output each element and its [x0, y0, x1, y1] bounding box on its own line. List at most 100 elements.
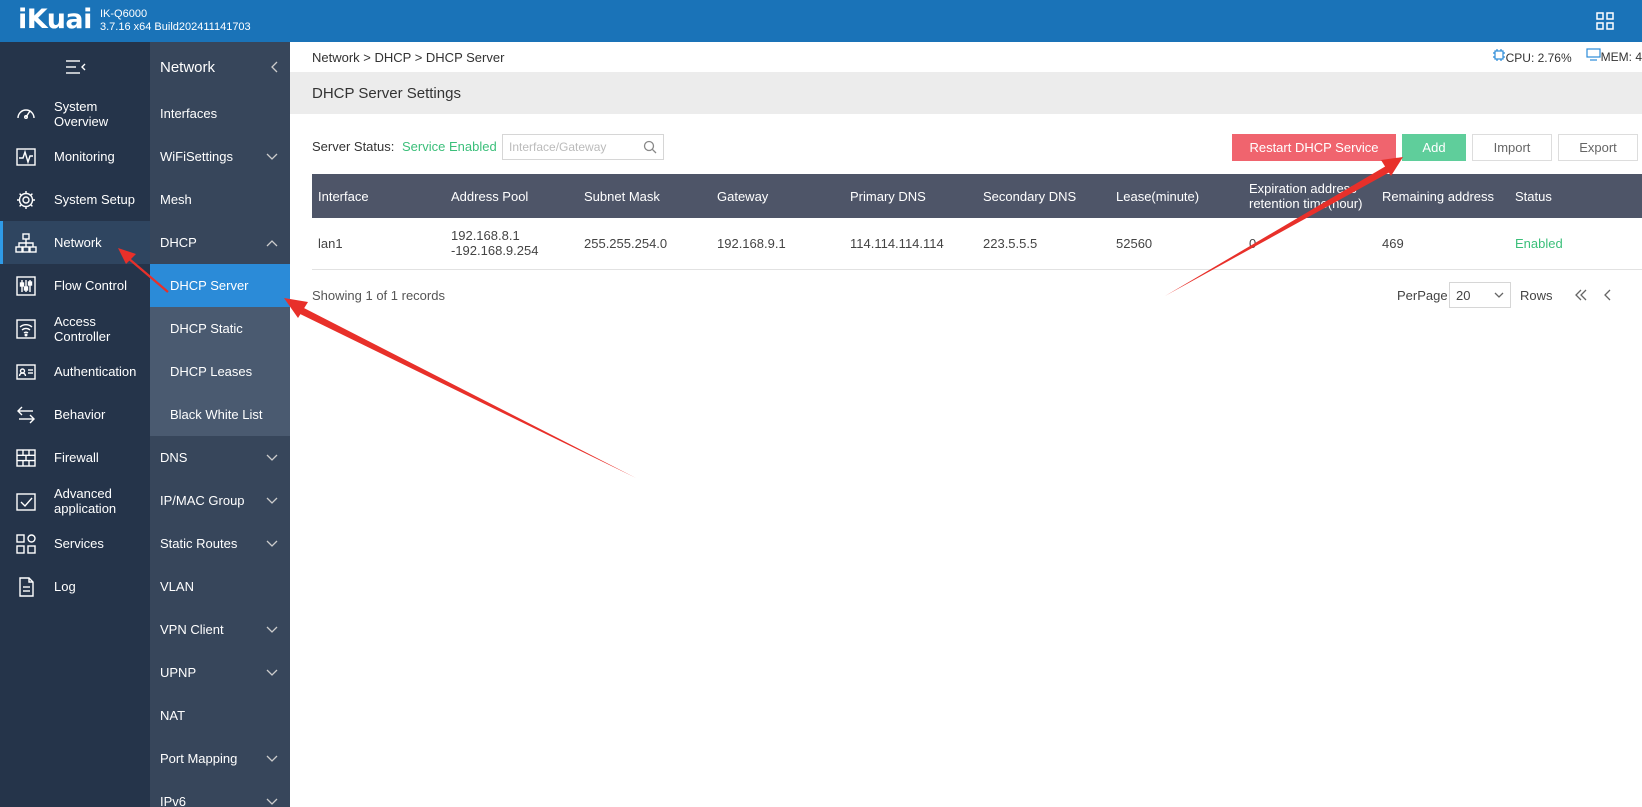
nav-advanced-application[interactable]: Advanced application	[0, 479, 150, 522]
subnav-wifi-settings[interactable]: WiFiSettings	[150, 135, 290, 178]
nav-system-overview[interactable]: System Overview	[0, 92, 150, 135]
sliders-icon	[16, 275, 36, 296]
col-status[interactable]: Status	[1509, 174, 1642, 218]
subnav-vpn-client[interactable]: VPN Client	[150, 608, 290, 651]
nav-log[interactable]: Log	[0, 565, 150, 608]
col-subnet-mask[interactable]: Subnet Mask	[578, 174, 711, 218]
col-remaining-address[interactable]: Remaining address	[1376, 174, 1509, 218]
cpu-usage: CPU: 2.76%	[1505, 51, 1572, 65]
col-primary-dns[interactable]: Primary DNS	[844, 174, 977, 218]
table-row[interactable]: lan1 192.168.8.1 -192.168.9.254 255.255.…	[312, 218, 1642, 270]
check-box-icon	[16, 492, 36, 511]
perpage-select[interactable]: 20	[1449, 282, 1511, 308]
firmware-build: 3.7.16 x64 Build202411141703	[100, 21, 251, 33]
page-title: DHCP Server Settings	[312, 84, 461, 102]
nav-firewall[interactable]: Firewall	[0, 436, 150, 479]
subnav-black-white-list[interactable]: Black White List	[150, 393, 290, 436]
subnav-label: DHCP Leases	[170, 364, 253, 379]
logo: iKuai	[18, 4, 92, 35]
dhcp-server-table: Interface Address Pool Subnet Mask Gatew…	[312, 174, 1642, 270]
cell-lease: 52560	[1110, 218, 1243, 270]
subnav-label: DHCP	[160, 235, 197, 250]
subnav-label: UPNP	[160, 665, 197, 680]
page-title-bar: DHCP Server Settings	[290, 72, 1642, 114]
subnav-label: NAT	[160, 708, 186, 723]
sidebar-toggle[interactable]	[0, 42, 150, 92]
nav-access-controller[interactable]: Access Controller	[0, 307, 150, 350]
cell-status[interactable]: Enabled	[1509, 218, 1642, 270]
col-retention-time[interactable]: Expiration address retention time(hour)	[1243, 174, 1376, 218]
speedometer-icon	[17, 108, 35, 119]
nav-monitoring[interactable]: Monitoring	[0, 135, 150, 178]
subnav-label: WiFiSettings	[160, 149, 233, 164]
cell-subnet-mask: 255.255.254.0	[578, 218, 711, 270]
nav-label: Advanced application	[54, 485, 117, 516]
subnav-upnp[interactable]: UPNP	[150, 651, 290, 694]
col-secondary-dns[interactable]: Secondary DNS	[977, 174, 1110, 218]
network-icon	[15, 232, 37, 253]
records-count: Showing 1 of 1 records	[312, 288, 445, 303]
nav-behavior[interactable]: Behavior	[0, 393, 150, 436]
col-gateway[interactable]: Gateway	[711, 174, 844, 218]
subnav-dns[interactable]: DNS	[150, 436, 290, 479]
import-button[interactable]: Import	[1472, 134, 1552, 161]
subnav-ip-mac-group[interactable]: IP/MAC Group	[150, 479, 290, 522]
nav-flow-control[interactable]: Flow Control	[0, 264, 150, 307]
brick-wall-icon	[16, 448, 36, 467]
nav-authentication[interactable]: Authentication	[0, 350, 150, 393]
cell-interface: lan1	[312, 218, 445, 270]
server-status-label: Server Status:	[312, 139, 395, 154]
nav-services[interactable]: Services	[0, 522, 150, 565]
subnav-label: DHCP Static	[170, 321, 243, 336]
subnav-ipv6[interactable]: IPv6	[150, 780, 290, 807]
col-address-pool[interactable]: Address Pool	[445, 174, 578, 218]
nav-label: Services	[54, 536, 104, 551]
cell-gateway: 192.168.9.1	[711, 218, 844, 270]
nav-label: Flow Control	[54, 278, 127, 293]
cpu-chip-icon	[1492, 49, 1505, 61]
search-icon[interactable]	[643, 140, 657, 154]
subnav-interfaces[interactable]: Interfaces	[150, 92, 290, 135]
export-button[interactable]: Export	[1558, 134, 1638, 161]
chevron-down-icon	[1494, 292, 1504, 298]
restart-dhcp-button[interactable]: Restart DHCP Service	[1232, 134, 1396, 161]
subnav-dhcp-leases[interactable]: DHCP Leases	[150, 350, 290, 393]
subnav-vlan[interactable]: VLAN	[150, 565, 290, 608]
subnav-dhcp[interactable]: DHCP	[150, 221, 290, 264]
subnav-static-routes[interactable]: Static Routes	[150, 522, 290, 565]
nav-system-setup[interactable]: System Setup	[0, 178, 150, 221]
server-status-value: Service Enabled	[402, 139, 497, 154]
subnav-nat[interactable]: NAT	[150, 694, 290, 737]
subnav-dhcp-server[interactable]: DHCP Server	[150, 264, 290, 307]
top-bar: iKuai IK-Q6000 3.7.16 x64 Build202411141…	[0, 0, 1642, 42]
first-page-icon[interactable]	[1574, 288, 1588, 302]
mem-stat: MEM: 4	[1586, 48, 1642, 65]
document-icon	[19, 576, 34, 597]
chevron-down-icon	[266, 669, 278, 676]
nav-network[interactable]: Network	[0, 221, 150, 264]
chevron-down-icon	[266, 540, 278, 547]
nav-label: Behavior	[54, 407, 106, 422]
search-input[interactable]	[502, 134, 664, 160]
nav-label: Monitoring	[54, 149, 115, 164]
subnav-label: DNS	[160, 450, 188, 465]
subnav-label: Port Mapping	[160, 751, 238, 766]
add-button[interactable]: Add	[1402, 134, 1466, 161]
apps-grid-icon[interactable]	[1596, 12, 1614, 30]
apps-icon	[16, 533, 36, 554]
subnav-dhcp-static[interactable]: DHCP Static	[150, 307, 290, 350]
chevron-left-icon[interactable]	[270, 61, 278, 73]
cpu-stat: CPU: 2.76%	[1492, 48, 1572, 65]
subnav-mesh[interactable]: Mesh	[150, 178, 290, 221]
table-footer: Showing 1 of 1 records PerPage 20 Rows	[312, 280, 1642, 310]
col-lease[interactable]: Lease(minute)	[1110, 174, 1243, 218]
nav-label: Authentication	[54, 364, 137, 379]
subnav-port-mapping[interactable]: Port Mapping	[150, 737, 290, 780]
menu-collapse-icon[interactable]	[64, 59, 86, 75]
prev-page-icon[interactable]	[1602, 288, 1612, 302]
cell-remaining-address: 469	[1376, 218, 1509, 270]
cell-address-pool: 192.168.8.1 -192.168.9.254	[445, 218, 578, 270]
col-interface[interactable]: Interface	[312, 174, 445, 218]
id-card-icon	[16, 363, 36, 380]
subnav-label: IP/MAC Group	[160, 493, 245, 508]
